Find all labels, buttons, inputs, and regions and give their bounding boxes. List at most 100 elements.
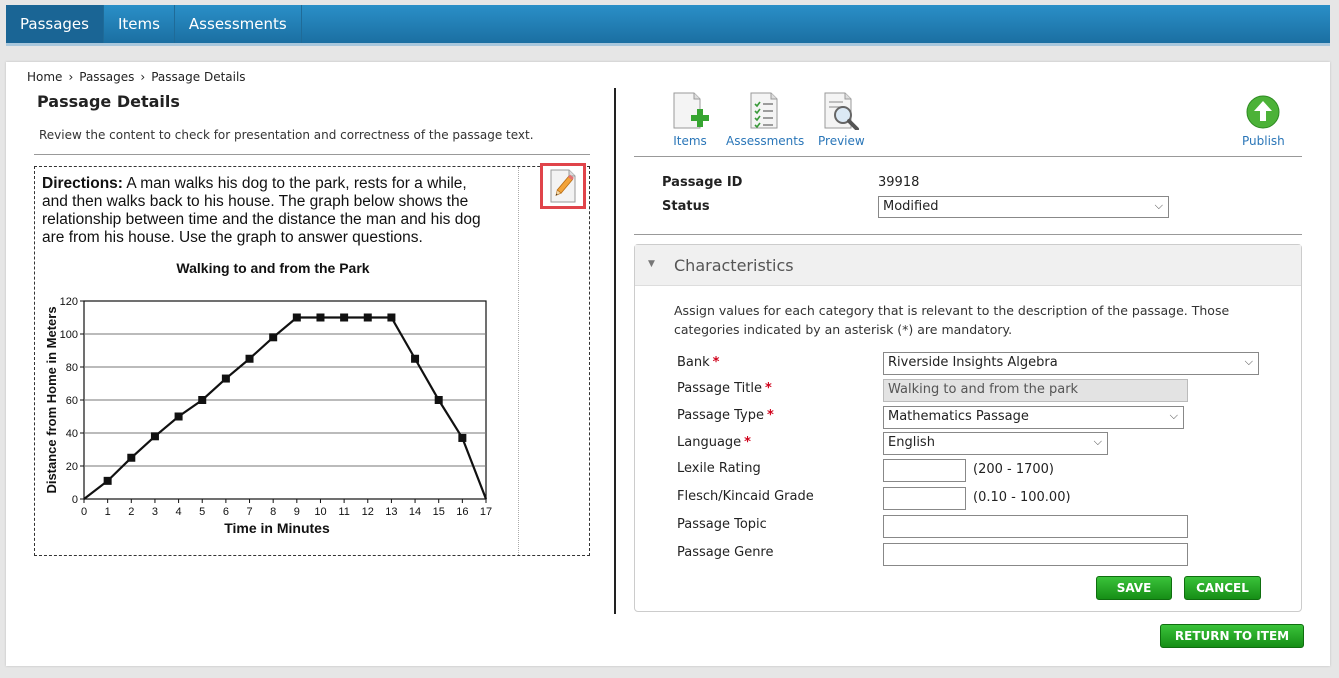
x-tick-label: 12 [362,506,374,518]
vertical-divider [614,88,616,614]
x-tick-label: 17 [480,506,492,518]
passage-type-label: Passage Type * [677,408,774,423]
passage-topic-input[interactable] [883,515,1188,538]
passage-genre-label: Passage Genre [677,545,774,560]
data-point [434,396,443,404]
divider [634,156,1302,157]
language-label: Language * [677,435,751,450]
tab-passages[interactable]: Passages [6,5,104,43]
items-toolbar-button[interactable]: Items [670,92,710,148]
y-axis-label: Distance from Home in Meters [44,306,59,493]
chevron-down-icon: ⌵ [1154,199,1163,212]
data-point [103,476,112,485]
characteristics-title: Characteristics [674,256,794,275]
divider [34,154,590,155]
data-point [292,313,301,322]
lexile-rating-input[interactable] [883,459,966,482]
x-tick-label: 0 [81,506,87,518]
flesch-range-hint: (0.10 - 100.00) [973,490,1071,505]
data-point [127,453,136,462]
breadcrumb-home[interactable]: Home [27,70,62,84]
x-tick-label: 6 [223,506,229,518]
passage-content: Directions: A man walks his dog to the p… [34,163,590,556]
passage-genre-input[interactable] [883,543,1188,566]
language-select[interactable]: English ⌵ [883,432,1108,455]
characteristics-description: Assign values for each category that is … [674,303,1230,337]
x-tick-label: 16 [456,506,468,518]
series-line [83,316,488,500]
passage-title-label: Passage Title * [677,381,772,396]
items-toolbar-label: Items [673,134,707,148]
y-tick-label: 120 [60,296,78,308]
checklist-icon [750,92,778,129]
page-description: Review the content to check for presenta… [39,128,534,142]
data-point [245,354,254,363]
passage-type-selected-value: Mathematics Passage [888,409,1029,424]
add-item-icon [673,92,709,129]
x-tick-label: 10 [314,506,326,518]
upload-arrow-icon [1246,95,1280,129]
passage-title-field: Walking to and from the park [883,379,1188,402]
status-label: Status [662,199,710,214]
characteristics-panel: ▼ Characteristics Assign values for each… [634,244,1302,612]
passage-id-value: 39918 [878,175,920,190]
flesch-kincaid-input[interactable] [883,487,966,510]
bank-selected-value: Riverside Insights Algebra [888,355,1058,370]
x-tick-label: 13 [385,506,397,518]
x-tick-label: 7 [246,506,252,518]
bank-select[interactable]: Riverside Insights Algebra ⌵ [883,352,1259,375]
x-tick-label: 14 [409,506,421,518]
y-tick-label: 60 [66,395,78,407]
chart-title: Walking to and from the Park [176,261,369,276]
tab-assessments[interactable]: Assessments [175,5,302,43]
breadcrumb: Home › Passages › Passage Details [27,70,246,84]
save-button[interactable]: SAVE [1096,576,1172,600]
data-point [221,374,230,383]
chevron-down-icon: ⌵ [1093,435,1102,448]
passage-directions: Directions: A man walks his dog to the p… [42,175,492,247]
passage-id-label: Passage ID [662,175,743,190]
language-selected-value: English [888,435,935,450]
breadcrumb-passages[interactable]: Passages [79,70,134,84]
divider [634,234,1302,235]
lexile-range-hint: (200 - 1700) [973,462,1054,477]
x-tick-label: 4 [176,506,182,518]
main-panel: Home › Passages › Passage Details Passage De… [6,62,1330,666]
tab-items[interactable]: Items [104,5,175,43]
flesch-kincaid-label: Flesch/Kincaid Grade [677,489,814,504]
y-tick-label: 0 [72,494,78,506]
magnifier-document-icon [824,92,860,130]
data-point [269,333,278,342]
x-tick-label: 2 [128,506,134,518]
passage-type-select[interactable]: Mathematics Passage ⌵ [883,406,1184,429]
characteristics-header[interactable]: ▼ Characteristics [635,245,1301,286]
data-point [363,313,372,322]
status-select[interactable]: Modified ⌵ [878,196,1169,218]
edit-passage-button[interactable] [540,163,586,209]
y-tick-label: 100 [60,329,78,341]
directions-label: Directions: [42,175,123,192]
y-tick-label: 40 [66,428,78,440]
publish-button[interactable]: Publish [1242,94,1285,148]
data-point [150,432,159,441]
data-point [387,313,396,322]
breadcrumb-separator: › [140,70,146,84]
pencil-icon [550,169,576,203]
y-tick-label: 20 [66,461,78,473]
data-point [458,433,467,442]
preview-toolbar-label: Preview [818,134,865,148]
breadcrumb-separator: › [68,70,74,84]
publish-label: Publish [1242,134,1285,148]
x-axis-label: Time in Minutes [224,520,330,536]
collapse-triangle-icon: ▼ [648,259,655,269]
lexile-rating-label: Lexile Rating [677,461,761,476]
top-nav: Passages Items Assessments [6,5,1330,43]
assessments-toolbar-button[interactable]: Assessments [726,92,804,148]
page-title: Passage Details [37,92,180,111]
cancel-button[interactable]: CANCEL [1184,576,1261,600]
assessments-toolbar-label: Assessments [726,134,805,148]
preview-toolbar-button[interactable]: Preview [818,92,865,148]
return-to-item-button[interactable]: RETURN TO ITEM [1160,624,1304,648]
data-point [411,354,420,363]
passage-topic-label: Passage Topic [677,517,767,532]
